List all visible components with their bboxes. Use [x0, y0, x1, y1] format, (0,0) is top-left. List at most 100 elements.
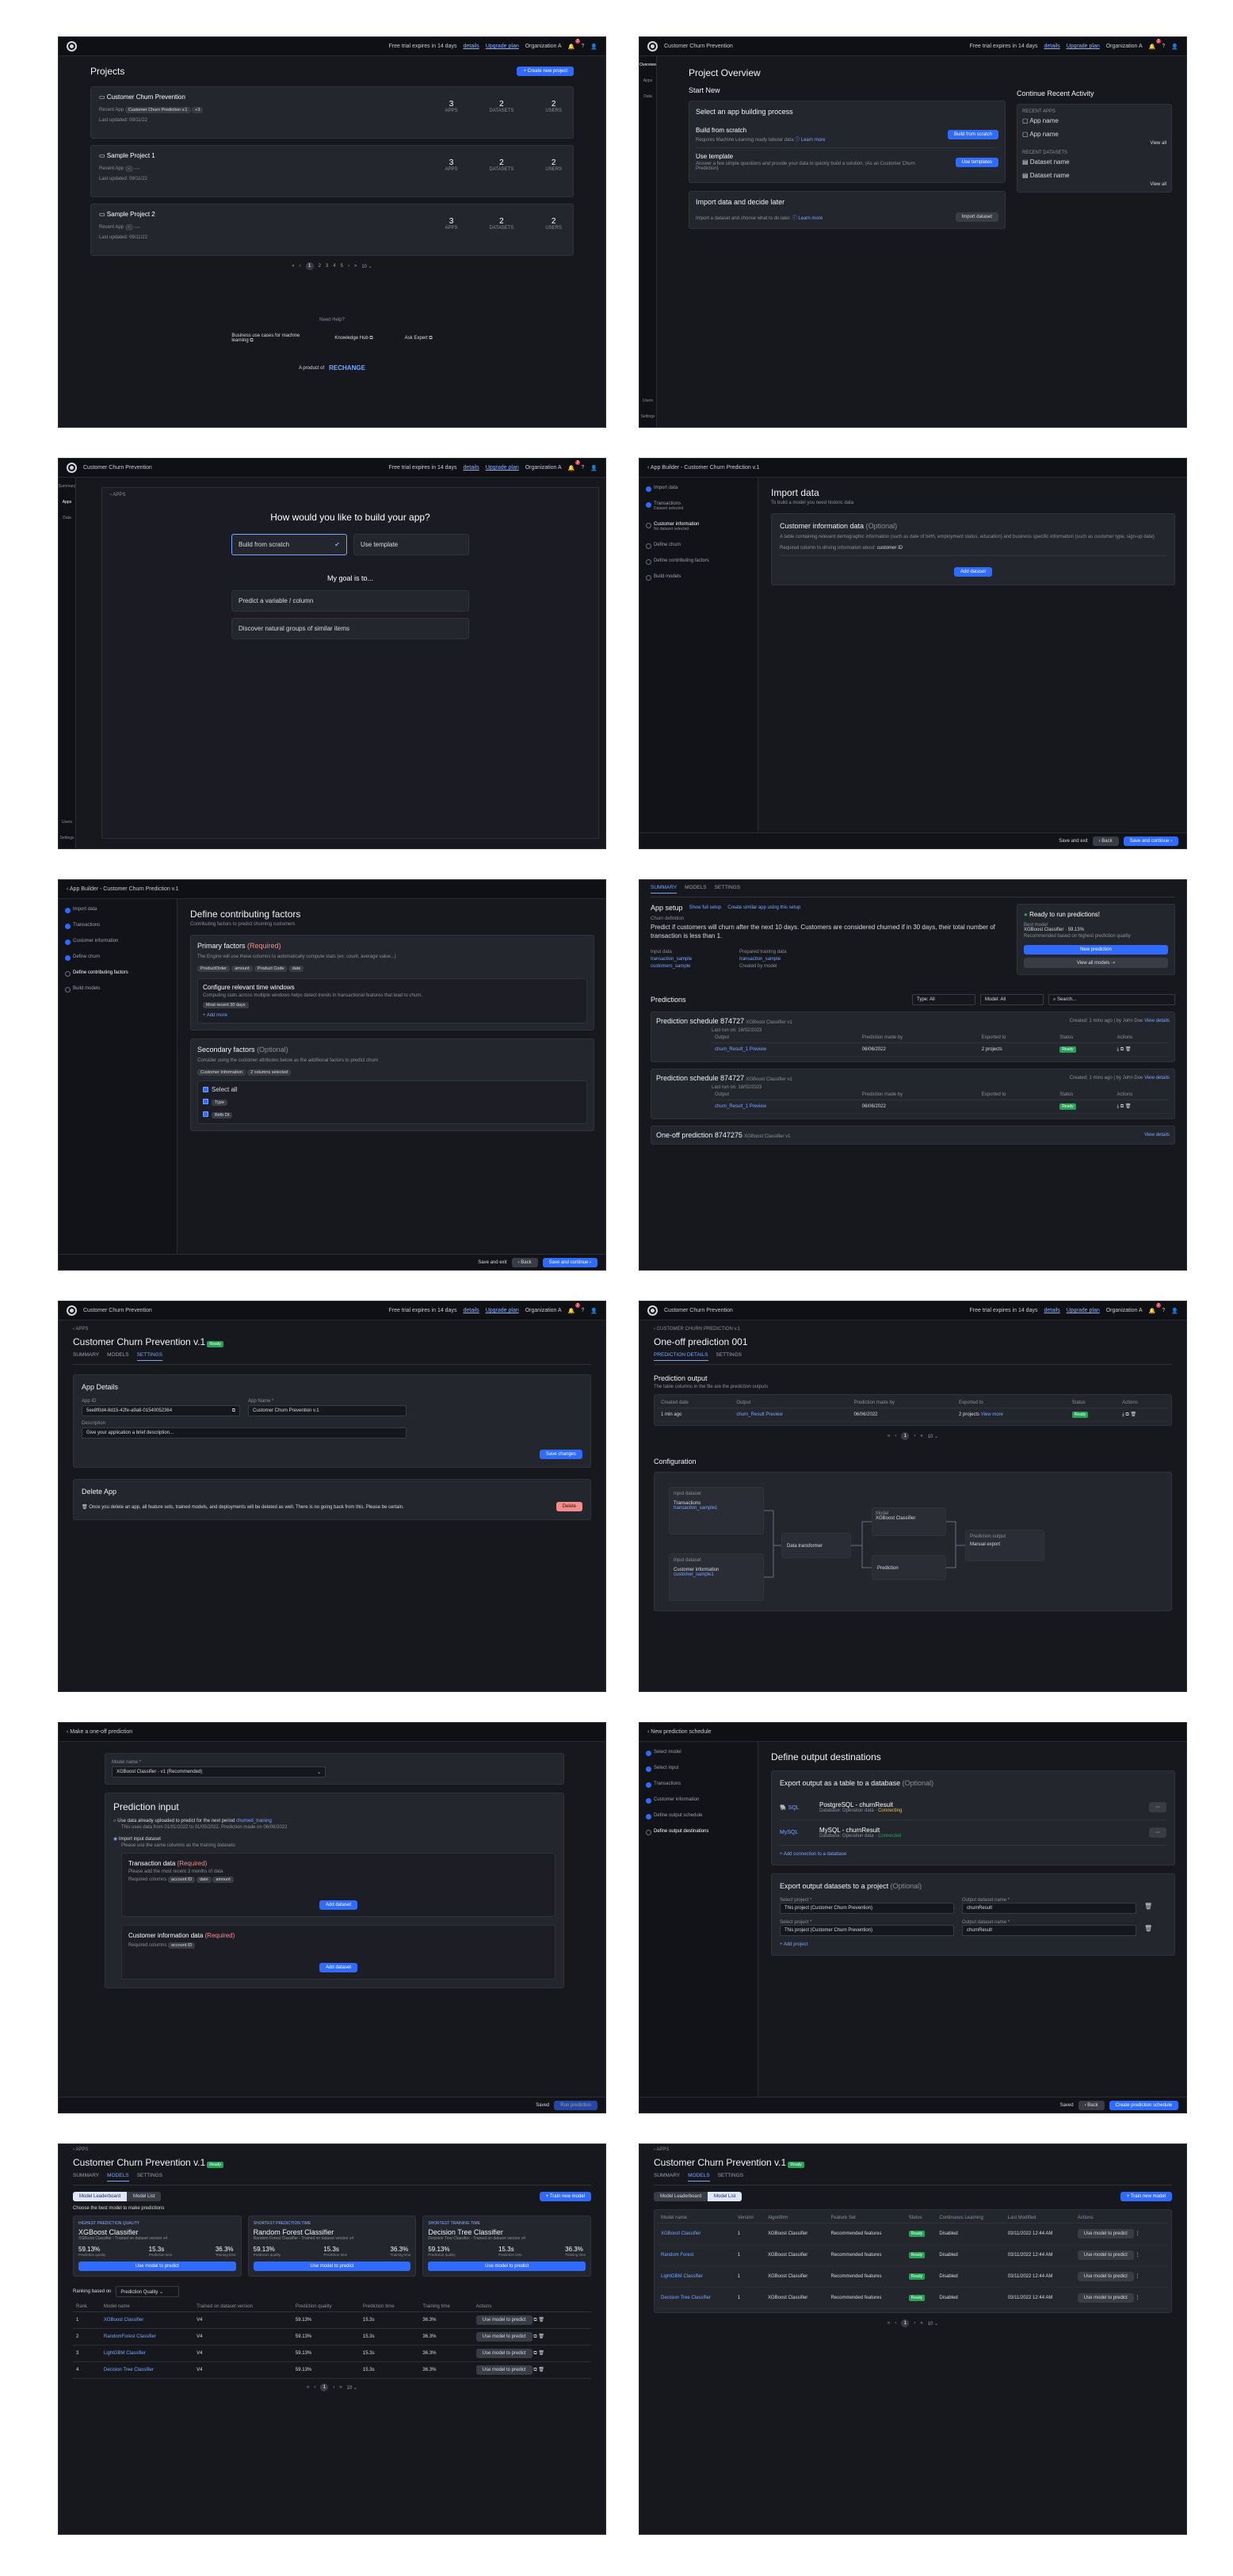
trash-icon[interactable]: 🗑 — [1130, 1412, 1136, 1417]
help-link[interactable]: Ask Expert ⧉ — [405, 336, 433, 341]
page-button[interactable]: 3 — [326, 264, 328, 269]
run-prediction-button[interactable]: Run prediction — [554, 2100, 597, 2110]
trash-icon[interactable]: 🗑 — [538, 2318, 544, 2323]
page-button[interactable]: » — [339, 2385, 342, 2390]
save-exit-button[interactable]: Save and exit — [1059, 839, 1087, 844]
use-model-button[interactable]: Use model to predict — [475, 2332, 533, 2342]
tab-summary[interactable]: SUMMARY — [73, 1352, 99, 1361]
use-model-button[interactable]: Use model to predict — [475, 2365, 533, 2375]
list-toggle[interactable]: Model List — [708, 2192, 742, 2201]
help-icon[interactable]: ? — [1162, 44, 1165, 49]
app-id-field[interactable]: 5ee8f0d4-8d15-42fe-a9a8-01540052364 ⧉ — [82, 1405, 240, 1416]
project-select[interactable]: Customer Churn Prevention — [664, 44, 733, 49]
download-icon[interactable]: ⤓ — [1122, 1412, 1124, 1417]
output-name-field[interactable]: churnResult — [962, 1925, 1136, 1936]
trash-icon[interactable]: 🗑 — [1125, 1047, 1132, 1052]
org-select[interactable]: Organization A — [525, 1308, 562, 1313]
recent-app-item[interactable]: ▢ App name — [1022, 114, 1166, 128]
trash-icon[interactable]: 🗑 — [1144, 1925, 1152, 1932]
preview-link[interactable]: Preview — [750, 1047, 766, 1052]
tab-models[interactable]: MODELS — [688, 2173, 710, 2182]
upgrade-link[interactable]: Upgrade plan — [486, 1308, 519, 1313]
user-icon[interactable]: 👤 — [1171, 1308, 1178, 1314]
model-link[interactable]: Decision Tree Classifier — [661, 2296, 711, 2300]
page-button[interactable]: 10 ⌄ — [347, 2385, 357, 2391]
project-card[interactable]: ▭ Sample Project 2 Recent App - Last upd… — [90, 204, 574, 256]
help-icon[interactable]: ? — [581, 1308, 584, 1313]
page-button[interactable]: ‹ — [895, 2321, 896, 2326]
page-button[interactable]: » — [354, 264, 357, 269]
step-item[interactable]: Transactions — [65, 923, 170, 929]
step-item[interactable]: Import data — [65, 907, 170, 913]
page-button[interactable]: › — [333, 2385, 334, 2390]
bell-icon[interactable]: 🔔 2 — [568, 1302, 581, 1314]
rail-overview[interactable]: Overview — [639, 63, 656, 67]
select-all-checkbox[interactable]: Select all — [203, 1086, 582, 1093]
model-filter[interactable]: Model: All — [980, 994, 1044, 1005]
use-model-button[interactable]: Use model to predict — [475, 2349, 533, 2358]
copy-icon[interactable]: ⧉ — [1120, 1104, 1124, 1109]
training-chip[interactable]: churned_training — [236, 1819, 272, 1823]
app-builder-back[interactable]: ‹ App Builder - Customer Churn Predictio… — [647, 465, 760, 471]
rail-settings[interactable]: Settings — [640, 414, 655, 419]
page-button[interactable]: ‹ — [314, 2385, 315, 2390]
app-name-field[interactable]: Customer Churn Prevention v.1 — [248, 1405, 407, 1416]
copy-icon[interactable]: ⧉ — [232, 1408, 235, 1414]
model-link[interactable]: Random Forest — [661, 2253, 693, 2258]
page-button[interactable]: 1 — [901, 2319, 910, 2327]
recent-dataset-item[interactable]: ▤ Dataset name — [1022, 155, 1166, 169]
project-card[interactable]: ▭ Sample Project 1 Recent App - Last upd… — [90, 145, 574, 197]
goal-discover[interactable]: Discover natural groups of similar items — [231, 618, 469, 639]
external-link-icon[interactable]: ⧉ — [533, 2334, 536, 2339]
add-more-link[interactable]: + Add more — [203, 1013, 582, 1018]
org-select[interactable]: Organization A — [1106, 44, 1143, 49]
project-select[interactable]: This project (Customer Churn Prevention) — [780, 1903, 954, 1914]
train-model-button[interactable]: + Train new model — [1120, 2192, 1172, 2201]
page-button[interactable]: › — [348, 264, 349, 269]
back-button[interactable]: ‹ Back — [1078, 2100, 1105, 2110]
recent-app-chip[interactable]: Customer Churn Prediction v.1 — [124, 107, 191, 113]
model-link[interactable]: RandomForest Classifier — [104, 2334, 156, 2339]
use-model-button[interactable]: Use model to predict — [1077, 2229, 1134, 2239]
step-item[interactable]: Define churn — [65, 955, 170, 961]
trash-icon[interactable]: 🗑 — [1125, 1104, 1132, 1109]
connection-menu-button[interactable]: ⋯ — [1149, 1802, 1166, 1812]
upgrade-link[interactable]: Upgrade plan — [486, 465, 519, 471]
learn-more-link[interactable]: ⓘ Learn more — [792, 216, 823, 221]
import-dataset-button[interactable]: Import dataset — [955, 212, 998, 222]
tab-settings[interactable]: SETTINGS — [715, 885, 741, 894]
help-icon[interactable]: ? — [1162, 1308, 1165, 1313]
trash-icon[interactable]: 🗑 — [1144, 1903, 1152, 1910]
build-from-scratch-button[interactable]: Build from scratch — [947, 130, 998, 139]
new-prediction-button[interactable]: New prediction — [1024, 945, 1168, 955]
details-link[interactable]: details — [1044, 1308, 1059, 1313]
step-item[interactable]: Transactions Dataset selected — [646, 501, 751, 511]
trash-icon[interactable]: 🗑 — [538, 2334, 544, 2339]
project-select[interactable]: This project (Customer Churn Prevention) — [780, 1925, 954, 1936]
upgrade-link[interactable]: Upgrade plan — [1067, 44, 1100, 49]
list-toggle[interactable]: Model List — [127, 2192, 162, 2201]
step-item[interactable]: Select input — [646, 1766, 751, 1772]
use-model-button[interactable]: Use model to predict — [428, 2262, 586, 2271]
project-card[interactable]: ▭ Customer Churn Prevention Recent App C… — [90, 86, 574, 139]
step-item[interactable]: Customer information No dataset selected — [646, 522, 751, 532]
step-item[interactable]: Build models — [65, 986, 170, 993]
tab-summary[interactable]: SUMMARY — [654, 2173, 680, 2182]
external-link-icon[interactable]: ⧉ — [533, 2318, 536, 2323]
model-link[interactable]: Decision Tree Classifier — [104, 2368, 154, 2372]
view-details-link[interactable]: View details — [1144, 1019, 1170, 1023]
node-prediction[interactable]: Prediction — [872, 1555, 946, 1580]
back-link[interactable]: ‹ New prediction schedule — [647, 1729, 712, 1735]
rail-settings[interactable]: Settings — [59, 836, 74, 840]
model-link[interactable]: LightGBM Classifier — [661, 2274, 703, 2279]
train-model-button[interactable]: + Train new model — [539, 2192, 591, 2201]
app-builder-back[interactable]: ‹ App Builder - Customer Churn Predictio… — [67, 886, 179, 892]
download-icon[interactable]: ⤓ — [1117, 1104, 1120, 1109]
view-details-link[interactable]: View details — [1144, 1133, 1170, 1137]
tab-models[interactable]: MODELS — [685, 885, 706, 894]
breadcrumb[interactable]: ‹ CUSTOMER CHURN PREDICTION v.1 — [654, 1327, 1172, 1332]
search-input[interactable]: ⌕ Search... — [1048, 994, 1175, 1005]
use-model-button[interactable]: Use model to predict — [78, 2262, 236, 2271]
breadcrumb[interactable]: ‹ APPS — [73, 1327, 591, 1332]
use-model-button[interactable]: Use model to predict — [253, 2262, 411, 2271]
